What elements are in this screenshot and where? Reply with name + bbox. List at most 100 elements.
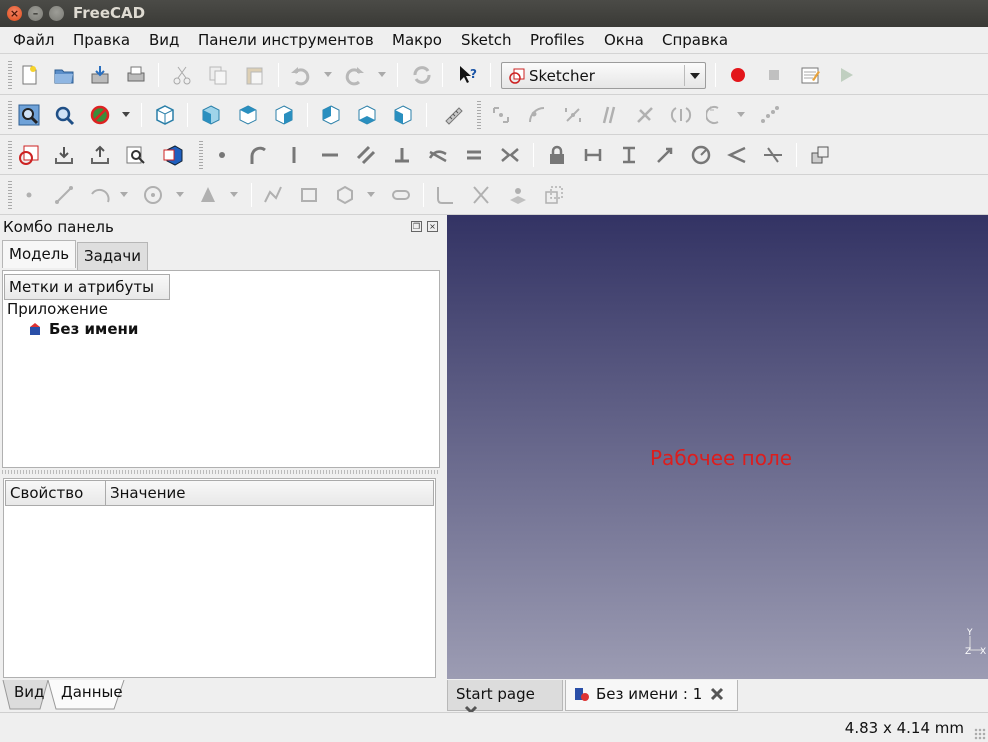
arc-icon[interactable] [87, 182, 113, 208]
constraint-radius-icon[interactable] [688, 142, 714, 168]
menu-windows[interactable]: Окна [604, 31, 644, 49]
menu-sketch[interactable]: Sketch [461, 31, 512, 49]
float-panel-icon[interactable]: ❐ [411, 221, 422, 232]
record-macro-icon[interactable] [725, 62, 751, 88]
redo-icon[interactable] [342, 62, 368, 88]
toolbar-grip[interactable] [477, 101, 481, 129]
rear-view-icon[interactable] [318, 102, 344, 128]
constraint-block-icon[interactable] [756, 102, 782, 128]
resize-grip[interactable] [974, 728, 986, 740]
open-folder-icon[interactable] [51, 62, 77, 88]
tab-view[interactable]: Вид [10, 680, 48, 709]
toolbar-grip[interactable] [8, 181, 12, 209]
undo-dropdown-icon[interactable] [324, 72, 332, 77]
print-icon[interactable] [123, 62, 149, 88]
constraint-dropdown-icon[interactable] [737, 112, 745, 117]
constraint-angle-icon[interactable] [724, 142, 750, 168]
copy-icon[interactable] [205, 62, 231, 88]
save-icon[interactable] [87, 62, 113, 88]
tab-model[interactable]: Модель [2, 240, 77, 268]
doc-tab-start-page[interactable]: Start page [447, 680, 563, 719]
tree-item-document[interactable]: Без имени [49, 320, 138, 338]
left-view-icon[interactable] [390, 102, 416, 128]
refresh-icon[interactable] [409, 62, 435, 88]
tab-data[interactable]: Данные [57, 680, 127, 709]
panel-splitter[interactable] [2, 470, 440, 474]
fit-all-icon[interactable] [16, 102, 42, 128]
bottom-view-icon[interactable] [354, 102, 380, 128]
execute-macro-icon[interactable] [833, 62, 859, 88]
validate-sketch-icon[interactable] [160, 142, 186, 168]
constraint-symmetric-icon[interactable] [560, 102, 586, 128]
external-geometry-icon[interactable] [505, 182, 531, 208]
fit-selection-icon[interactable] [51, 102, 77, 128]
draw-style-dropdown-icon[interactable] [122, 112, 130, 117]
rectangle-icon[interactable] [296, 182, 322, 208]
arc-dropdown-icon[interactable] [120, 192, 128, 197]
whats-this-icon[interactable]: ? [455, 62, 481, 88]
fillet-icon[interactable] [432, 182, 458, 208]
create-horizontal-line-icon[interactable] [317, 142, 343, 168]
polygon-dropdown-icon[interactable] [367, 192, 375, 197]
macros-icon[interactable] [797, 62, 823, 88]
create-parallel-lines-icon[interactable] [353, 142, 379, 168]
trim-icon[interactable] [468, 182, 494, 208]
create-equal-icon[interactable] [461, 142, 487, 168]
doc-tab-untitled[interactable]: Без имени : 1 [565, 680, 738, 711]
redo-dropdown-icon[interactable] [378, 72, 386, 77]
menu-help[interactable]: Справка [662, 31, 728, 49]
cut-icon[interactable] [169, 62, 195, 88]
window-minimize-button[interactable]: – [28, 6, 43, 21]
new-document-icon[interactable] [16, 62, 42, 88]
measure-distance-icon[interactable] [440, 102, 466, 128]
top-view-icon[interactable] [235, 102, 261, 128]
circle-dropdown-icon[interactable] [176, 192, 184, 197]
constraint-vertical-distance-icon[interactable] [616, 142, 642, 168]
property-view[interactable] [3, 478, 436, 678]
new-sketch-icon[interactable] [16, 142, 42, 168]
constraint-distance-icon[interactable] [652, 142, 678, 168]
property-header-name[interactable]: Свойство [5, 480, 106, 506]
menu-file[interactable]: Файл [13, 31, 54, 49]
create-tangent-icon[interactable] [425, 142, 451, 168]
polygon-icon[interactable] [332, 182, 358, 208]
front-view-icon[interactable] [198, 102, 224, 128]
conic-dropdown-icon[interactable] [230, 192, 238, 197]
circle-icon[interactable] [140, 182, 166, 208]
isometric-view-icon[interactable] [152, 102, 178, 128]
toolbar-grip[interactable] [8, 101, 12, 129]
constraint-perpendicular-icon[interactable] [632, 102, 658, 128]
create-arc-icon[interactable] [245, 142, 271, 168]
tab-tasks[interactable]: Задачи [77, 242, 148, 270]
property-header-value[interactable]: Значение [105, 480, 434, 506]
line-icon[interactable] [51, 182, 77, 208]
clone-icon[interactable] [807, 142, 833, 168]
conic-icon[interactable] [195, 182, 221, 208]
menu-edit[interactable]: Правка [73, 31, 130, 49]
map-sketch-icon[interactable] [87, 142, 113, 168]
leave-sketch-icon[interactable] [51, 142, 77, 168]
constraint-lock-icon[interactable] [544, 142, 570, 168]
create-vertical-line-icon[interactable] [281, 142, 307, 168]
chevron-down-icon[interactable] [684, 65, 703, 86]
toggle-construction-icon[interactable] [760, 142, 786, 168]
paste-icon[interactable] [242, 62, 268, 88]
view-sketch-icon[interactable] [123, 142, 149, 168]
stop-macro-icon[interactable] [761, 62, 787, 88]
close-icon[interactable] [710, 687, 724, 701]
window-close-button[interactable]: × [7, 6, 22, 21]
toolbar-grip[interactable] [199, 141, 203, 169]
constraint-point-on-object-icon[interactable] [524, 102, 550, 128]
constraint-coincident-icon[interactable] [488, 102, 514, 128]
constraint-parallel-icon[interactable] [596, 102, 622, 128]
constraint-horizontal-distance-icon[interactable] [580, 142, 606, 168]
constraint-tangent-icon[interactable] [668, 102, 694, 128]
create-point-icon[interactable] [209, 142, 235, 168]
undo-icon[interactable] [287, 62, 313, 88]
point-icon[interactable] [16, 182, 42, 208]
tree-item-application[interactable]: Приложение [7, 300, 108, 318]
carbon-copy-icon[interactable] [541, 182, 567, 208]
create-symmetric-icon[interactable] [497, 142, 523, 168]
tree-header-labels[interactable]: Метки и атрибуты [4, 274, 170, 300]
toolbar-grip[interactable] [8, 61, 12, 89]
